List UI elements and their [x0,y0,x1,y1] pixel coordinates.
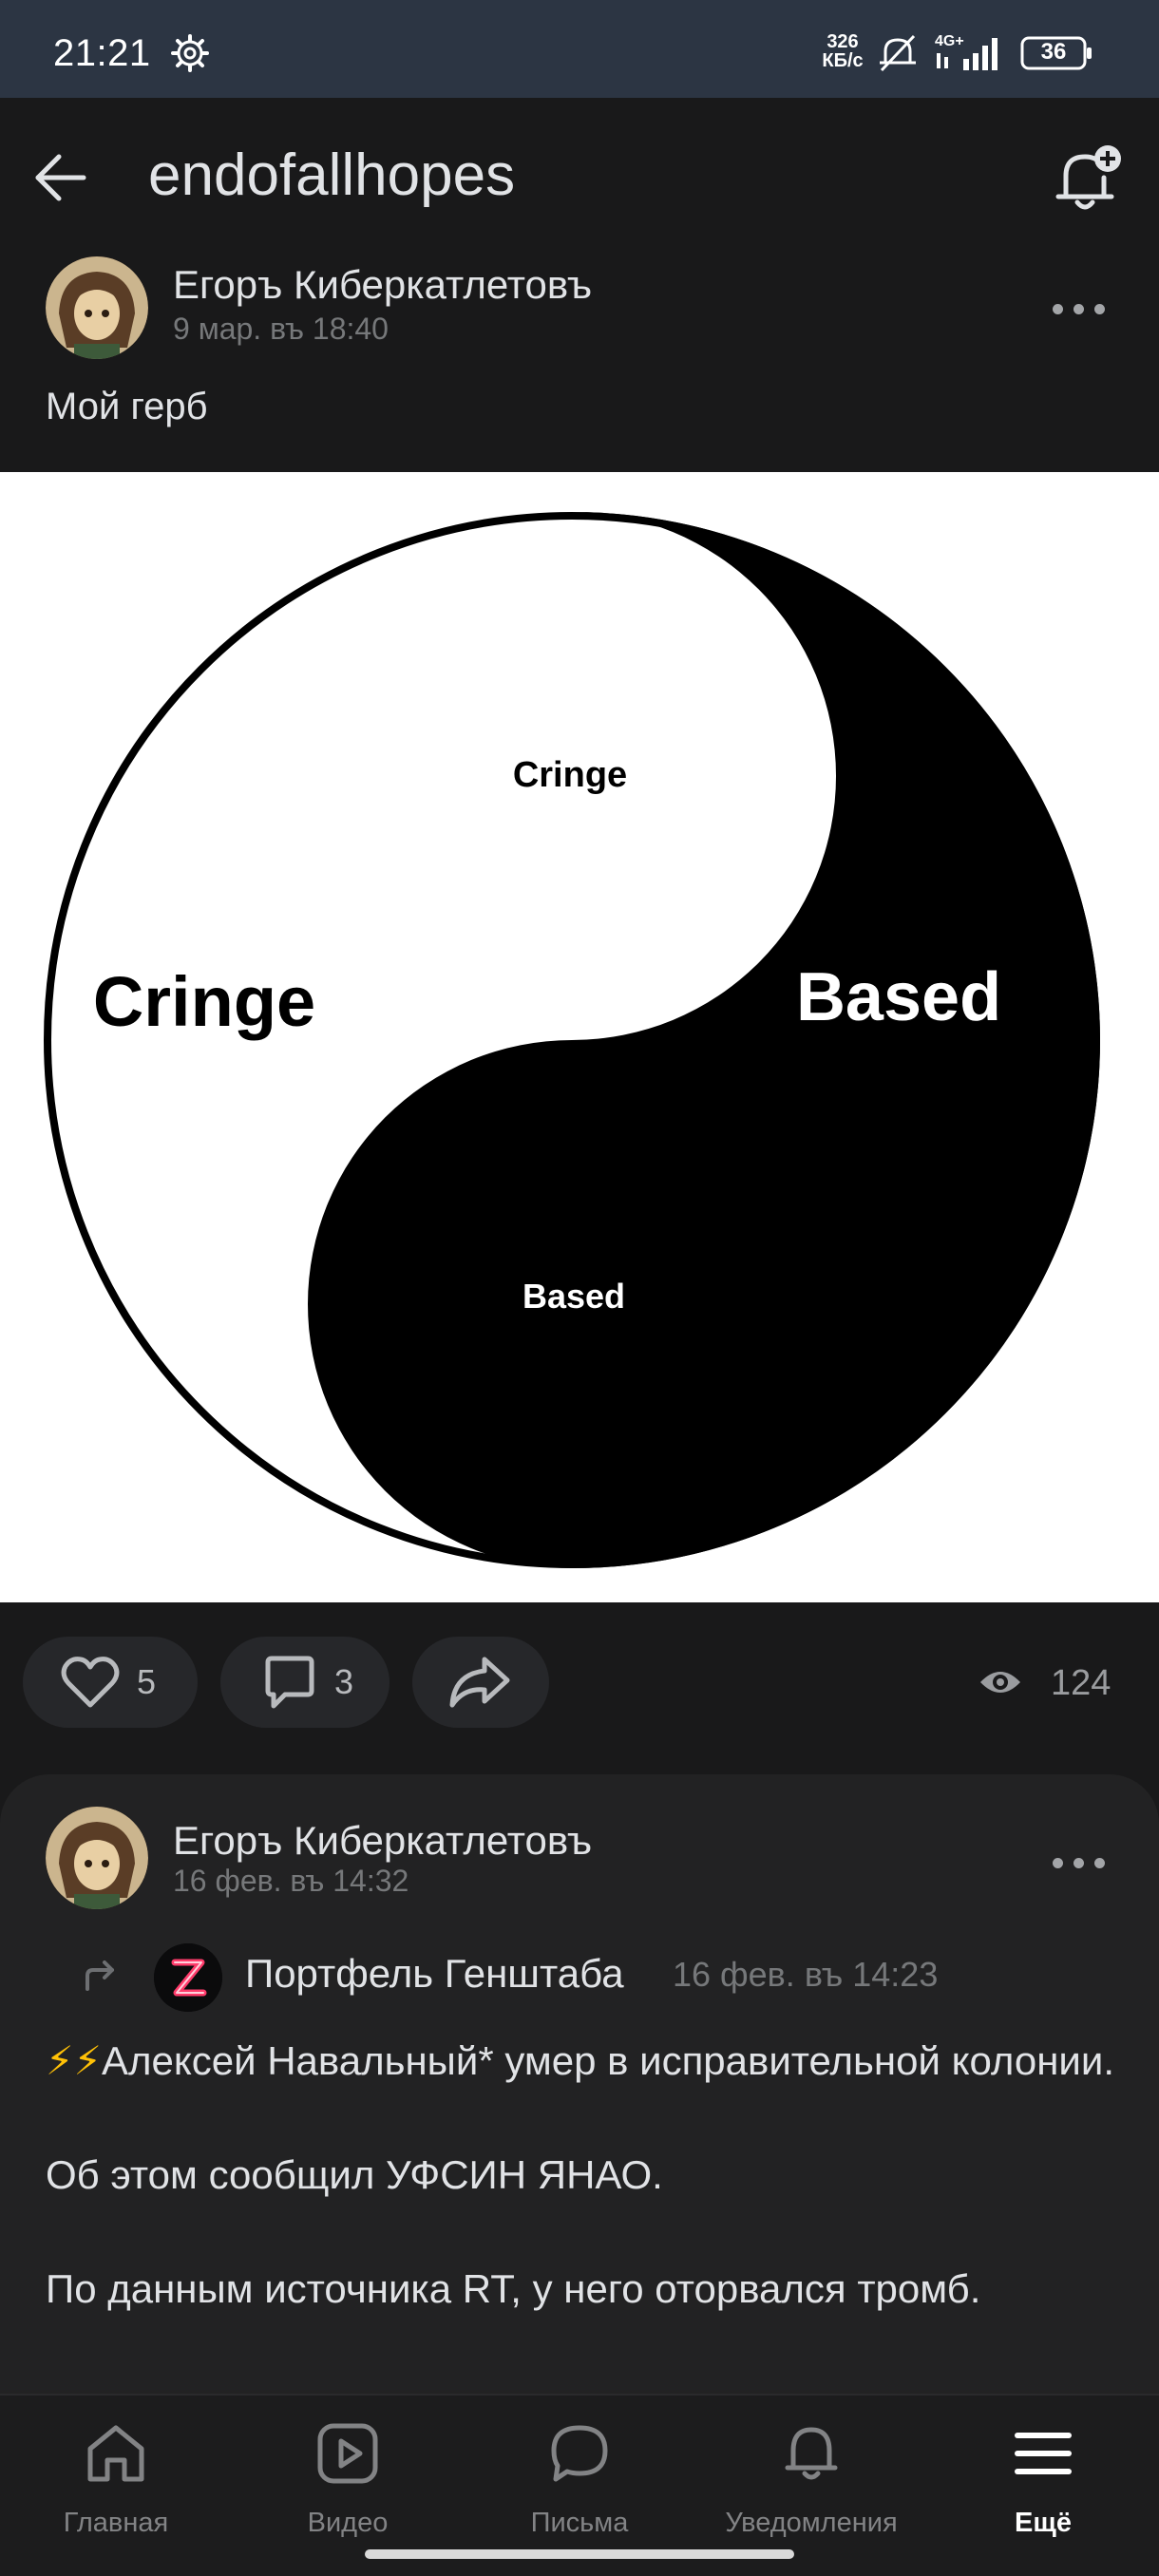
avatar-illustration [46,1807,148,1909]
nav-label: Ещё [1015,2508,1072,2538]
settings-notification-icon [171,34,209,72]
nav-notifications[interactable]: Уведомления [707,2413,916,2538]
z-logo-icon [154,1943,222,2012]
views-count: 124 [1051,1663,1112,1703]
share-arrow-icon [449,1657,510,1708]
repost-text: ⚡⚡Алексей Навальный* умер в исправительн… [46,2033,1119,2375]
source-name[interactable]: Портфель Генштаба [245,1951,624,1997]
nav-label: Видео [307,2508,389,2538]
author-avatar[interactable] [46,256,148,359]
top-dot-label: Cringe [513,755,627,795]
post-date[interactable]: 9 мар. въ 18:40 [173,312,389,347]
post-header: Егоръ Киберкатлетовъ 16 фев. въ 14:32 [0,1807,1159,1911]
post-actions-bar: 5 3 124 [0,1602,1159,1751]
paragraph-2: Об этом сообщил УФСИН ЯНАО. [46,2152,663,2197]
author-name[interactable]: Егоръ Киберкатлетовъ [173,1818,592,1864]
repost-arrow-icon [86,1960,114,1991]
signal-icon: 4G+ [935,33,998,70]
source-avatar[interactable] [154,1943,222,2012]
views-counter: 124 [973,1659,1144,1707]
lightning-emoji: ⚡⚡ [46,2038,102,2083]
menu-icon [1015,2433,1072,2474]
paragraph-3: По данным источника RT, у него оторвался… [46,2266,981,2311]
network-type-label: 4G+ [935,33,964,49]
post-text: Мой герб [46,386,208,427]
share-button[interactable] [412,1637,549,1728]
like-count: 5 [137,1662,157,1701]
comment-count: 3 [334,1662,354,1701]
left-big-label: Cringe [93,962,315,1041]
nav-label: Главная [63,2508,169,2538]
comment-icon [265,1656,314,1709]
top-app-bar: endofallhopes [0,98,1159,240]
post-header: Егоръ Киберкатлетовъ 9 мар. въ 18:40 [0,253,1159,359]
avatar-illustration [46,256,148,359]
nav-home[interactable]: Главная [11,2413,220,2538]
post-date[interactable]: 16 фев. въ 14:32 [173,1864,408,1899]
app-screen: 21:21 326 КБ/с 4G+ 36 endofallhopes Егор… [0,0,1159,2576]
status-bar: 21:21 326 КБ/с 4G+ 36 [0,0,1159,98]
video-icon [317,2423,378,2484]
paragraph-1: ⚡⚡Алексей Навальный* умер в исправительн… [46,2038,1115,2083]
author-avatar[interactable] [46,1807,148,1909]
comment-button[interactable]: 3 [220,1637,390,1728]
battery-level: 36 [1040,39,1067,65]
nav-more[interactable]: Ещё [939,2413,1148,2538]
more-options-icon[interactable] [1053,298,1106,321]
post-image[interactable]: Cringe Based Cringe Based [0,472,1159,1602]
nav-messages[interactable]: Письма [475,2413,684,2538]
page-title: endofallhopes [148,142,516,208]
bottom-dot-label: Based [522,1277,625,1316]
source-date[interactable]: 16 фев. въ 14:23 [673,1955,938,1995]
eye-icon [980,1672,1020,1693]
nav-video[interactable]: Видео [243,2413,452,2538]
network-speed: 326 КБ/с [822,31,864,71]
status-time: 21:21 [53,32,151,74]
nav-label: Письма [530,2508,629,2538]
heart-icon [61,1657,120,1708]
nav-label: Уведомления [725,2508,898,2538]
bell-icon [785,2427,838,2480]
author-name[interactable]: Егоръ Киберкатлетовъ [173,262,592,308]
right-big-label: Based [796,959,1001,1035]
back-arrow-icon[interactable] [30,147,91,208]
home-indicator[interactable] [365,2549,794,2559]
message-bubble-icon [551,2425,608,2482]
repost-source-row: Портфель Генштаба 16 фев. въ 14:23 [0,1938,1159,2014]
like-button[interactable]: 5 [23,1637,198,1728]
yin-yang-meme-image: Cringe Based Cringe Based [0,472,1159,1602]
subscribe-notifications-icon[interactable] [1049,142,1125,216]
home-icon [87,2425,144,2482]
more-options-icon[interactable] [1053,1852,1106,1875]
alarm-muted-icon [880,34,916,72]
